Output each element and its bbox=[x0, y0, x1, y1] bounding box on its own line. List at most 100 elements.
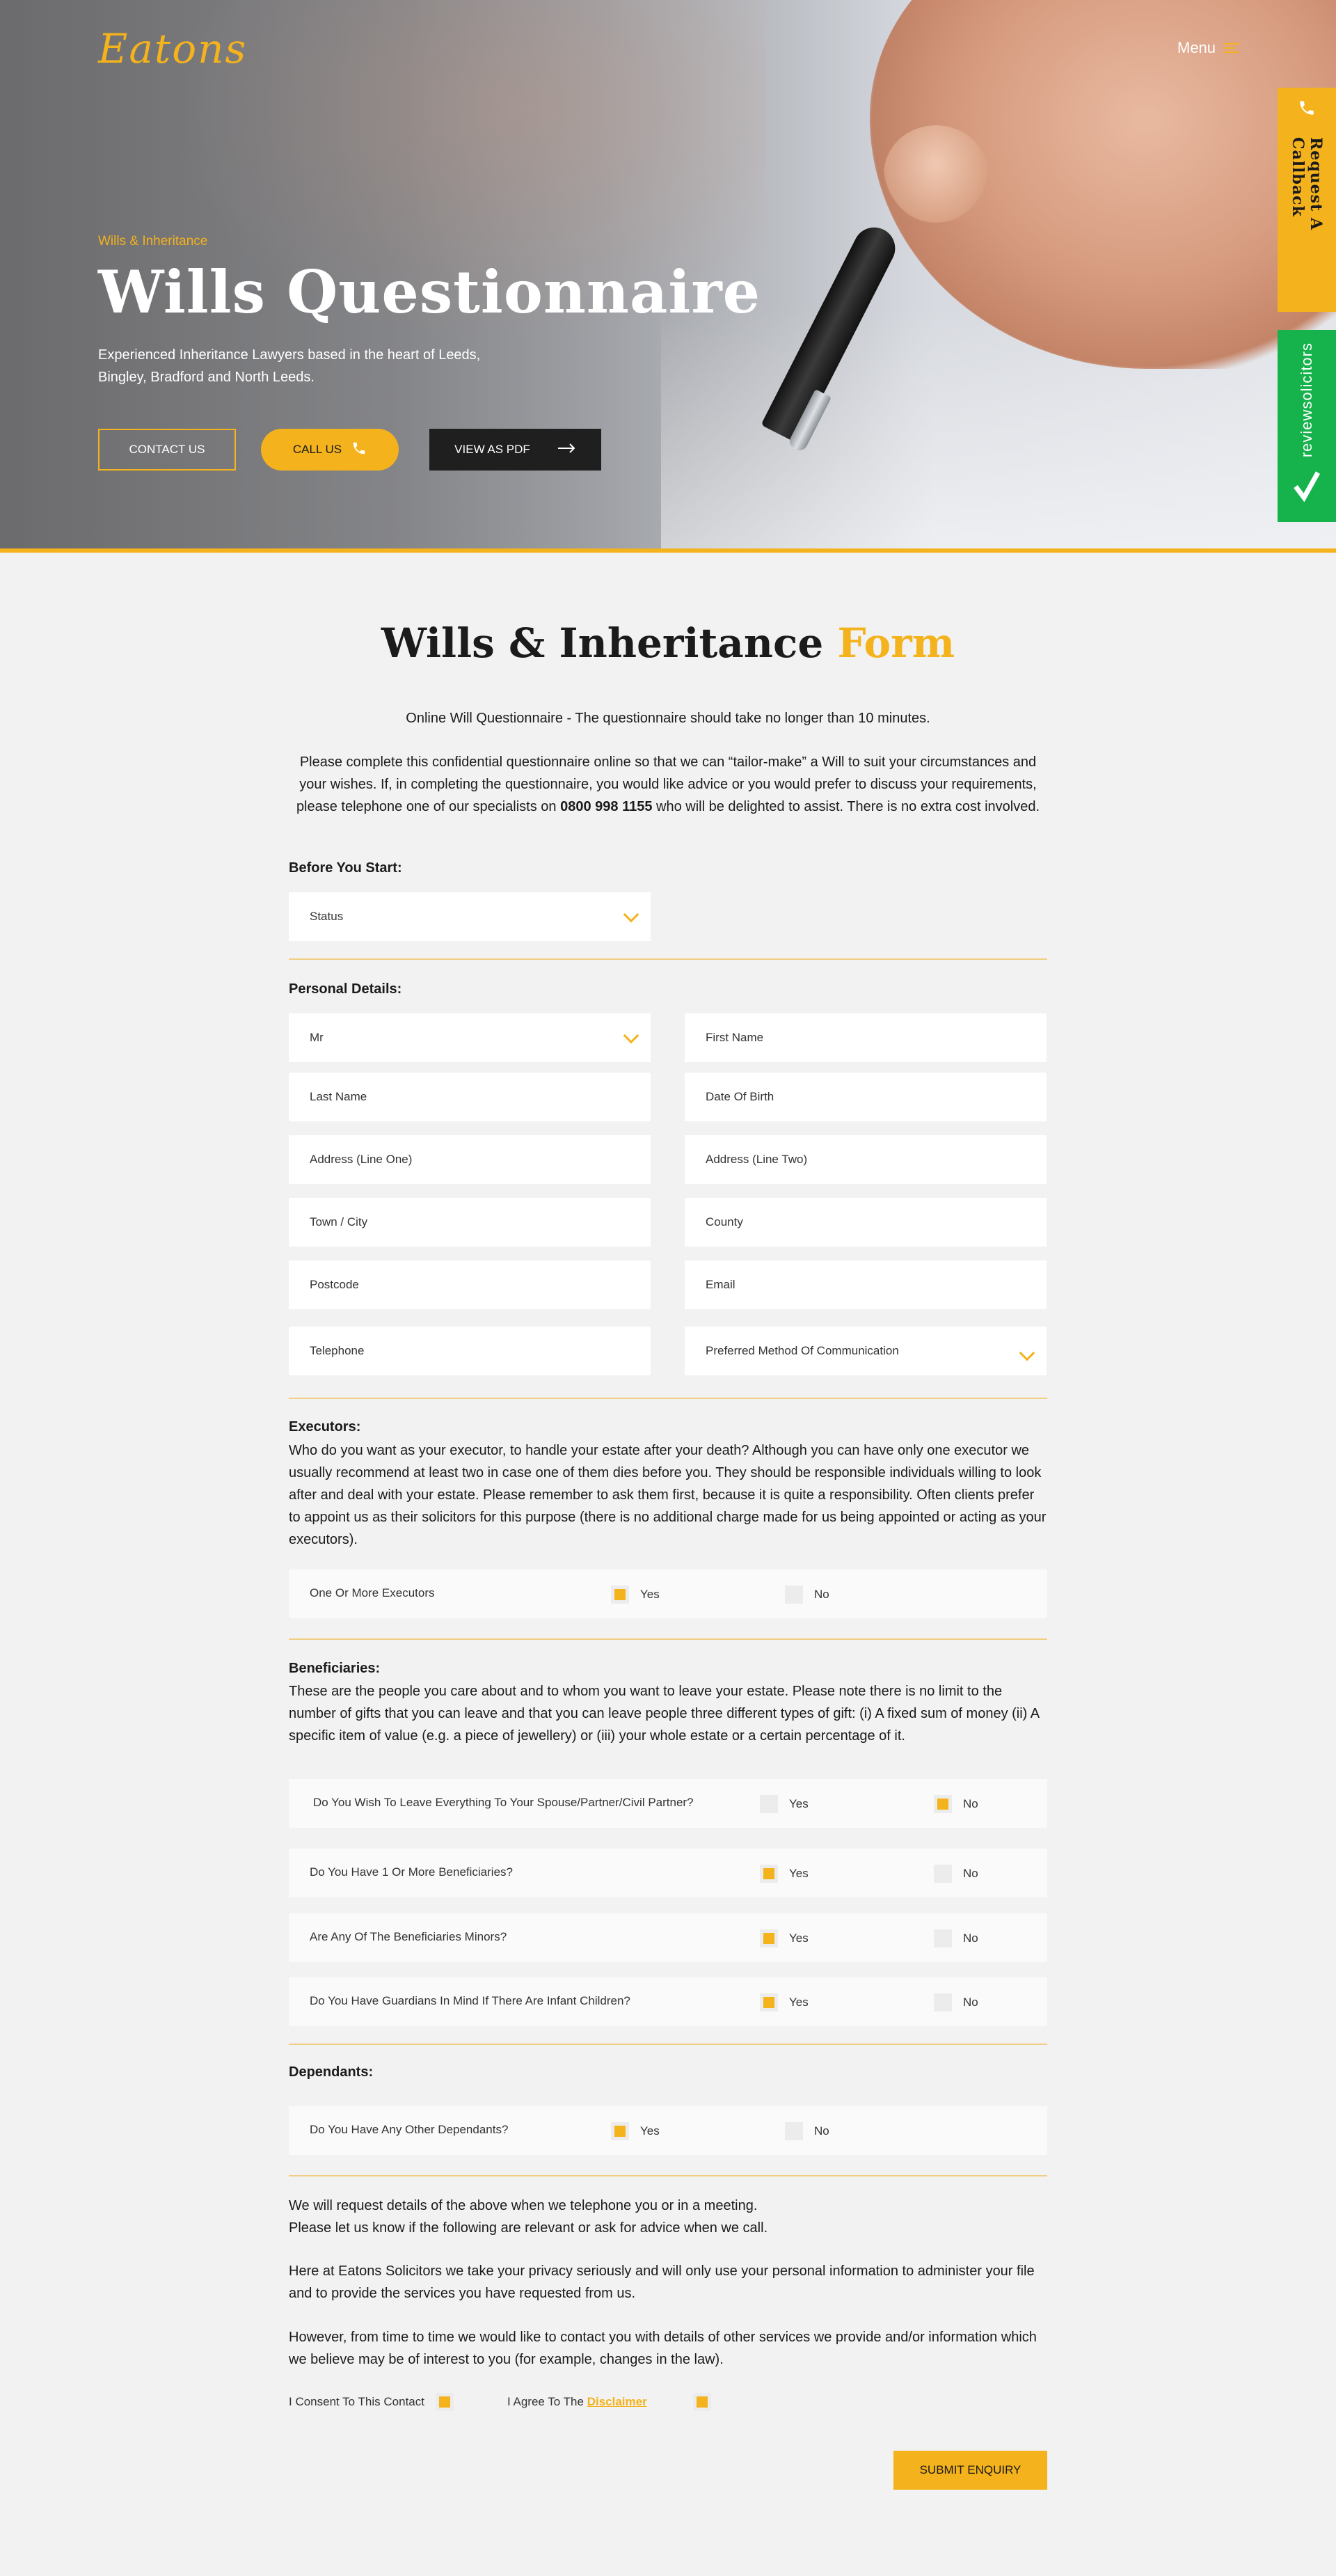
beneficiaries-yes-option[interactable]: Yes bbox=[760, 1865, 809, 1883]
beneficiaries-heading: Beneficiaries: bbox=[289, 1661, 381, 1676]
dependants-yes-option[interactable]: Yes bbox=[611, 2122, 660, 2140]
chevron-down-icon bbox=[623, 1027, 639, 1044]
postcode-placeholder: Postcode bbox=[310, 1278, 359, 1291]
executors-no-option[interactable]: No bbox=[785, 1586, 829, 1604]
dependants-question: Do You Have Any Other Dependants? bbox=[310, 2123, 509, 2136]
site-logo[interactable]: Eatons bbox=[98, 25, 247, 72]
view-pdf-button[interactable]: VIEW AS PDF bbox=[429, 429, 601, 471]
executors-yes-option[interactable]: Yes bbox=[611, 1586, 660, 1604]
disclaimer-checkbox[interactable] bbox=[692, 2393, 711, 2411]
guardians-yes-option[interactable]: Yes bbox=[760, 1993, 809, 2012]
consent-checkbox[interactable] bbox=[435, 2393, 454, 2411]
postcode-input[interactable]: Postcode bbox=[289, 1261, 651, 1309]
town-city-input[interactable]: Town / City bbox=[289, 1198, 651, 1247]
hero-subtitle: Experienced Inheritance Lawyers based in… bbox=[98, 347, 481, 385]
telephone-input[interactable]: Telephone bbox=[289, 1327, 651, 1375]
yes-checkbox[interactable] bbox=[760, 1865, 778, 1883]
yes-checkbox[interactable] bbox=[760, 1795, 778, 1813]
yes-label: Yes bbox=[789, 1931, 809, 1945]
checkmark-icon bbox=[1293, 470, 1321, 505]
no-checkbox[interactable] bbox=[934, 1993, 952, 2012]
first-name-placeholder: First Name bbox=[706, 1031, 764, 1044]
spouse-no-option[interactable]: No bbox=[934, 1795, 978, 1813]
call-us-button[interactable]: CALL US bbox=[261, 429, 399, 471]
telephone-placeholder: Telephone bbox=[310, 1344, 365, 1357]
contact-us-label: CONTACT US bbox=[129, 443, 205, 456]
yes-label: Yes bbox=[640, 2124, 660, 2138]
communication-method-placeholder: Preferred Method Of Communication bbox=[706, 1344, 899, 1357]
submit-enquiry-button[interactable]: SUBMIT ENQUIRY bbox=[893, 2451, 1047, 2490]
intro-phone[interactable]: 0800 998 1155 bbox=[560, 799, 652, 814]
section-divider bbox=[289, 2044, 1047, 2045]
request-callback-tab[interactable]: Request A Callback bbox=[1278, 88, 1336, 312]
beneficiaries-question: Do You Have 1 Or More Beneficiaries? bbox=[310, 1865, 513, 1879]
guardians-no-option[interactable]: No bbox=[934, 1993, 978, 2012]
no-checkbox[interactable] bbox=[934, 1865, 952, 1883]
spouse-yes-option[interactable]: Yes bbox=[760, 1795, 809, 1813]
county-input[interactable]: County bbox=[685, 1198, 1047, 1247]
yes-checkbox[interactable] bbox=[760, 1929, 778, 1947]
hero-accent-line bbox=[0, 548, 1336, 553]
address-line-two-input[interactable]: Address (Line Two) bbox=[685, 1135, 1047, 1184]
town-city-placeholder: Town / City bbox=[310, 1215, 368, 1228]
call-us-label: CALL US bbox=[292, 443, 342, 456]
status-placeholder: Status bbox=[310, 910, 344, 923]
no-checkbox[interactable] bbox=[785, 1586, 803, 1604]
hero-eyebrow: Wills & Inheritance bbox=[98, 234, 208, 248]
yes-label: Yes bbox=[640, 1588, 660, 1601]
minors-question: Are Any Of The Beneficiaries Minors? bbox=[310, 1930, 507, 1943]
address-line-two-placeholder: Address (Line Two) bbox=[706, 1153, 808, 1166]
chevron-down-icon bbox=[623, 906, 639, 923]
no-checkbox[interactable] bbox=[934, 1795, 952, 1813]
consent-label: I Consent To This Contact bbox=[289, 2395, 424, 2408]
hero-banner: Eatons Menu Wills & Inheritance Wills Qu… bbox=[0, 0, 1336, 550]
yes-checkbox[interactable] bbox=[611, 1586, 629, 1604]
hamburger-icon bbox=[1224, 42, 1240, 54]
title-value: Mr bbox=[310, 1031, 324, 1044]
date-of-birth-placeholder: Date Of Birth bbox=[706, 1090, 774, 1103]
county-placeholder: County bbox=[706, 1215, 743, 1228]
dependants-heading: Dependants: bbox=[289, 2064, 374, 2080]
email-placeholder: Email bbox=[706, 1278, 735, 1291]
contact-us-button[interactable]: CONTACT US bbox=[98, 429, 236, 471]
minors-question-row: Are Any Of The Beneficiaries Minors? Yes… bbox=[289, 1913, 1047, 1962]
view-pdf-label: VIEW AS PDF bbox=[454, 443, 530, 456]
guardians-question-row: Do You Have Guardians In Mind If There A… bbox=[289, 1977, 1047, 2026]
executors-text: Who do you want as your executor, to han… bbox=[289, 1443, 1047, 1547]
dependants-no-option[interactable]: No bbox=[785, 2122, 829, 2140]
yes-label: Yes bbox=[789, 1867, 809, 1880]
phone-icon bbox=[1298, 99, 1316, 120]
yes-checkbox[interactable] bbox=[760, 1993, 778, 2012]
title-select[interactable]: Mr bbox=[289, 1013, 651, 1062]
yes-checkbox[interactable] bbox=[611, 2122, 629, 2140]
first-name-input[interactable]: First Name bbox=[685, 1013, 1047, 1062]
beneficiaries-no-option[interactable]: No bbox=[934, 1865, 978, 1883]
menu-button[interactable]: Menu bbox=[1177, 39, 1240, 57]
email-input[interactable]: Email bbox=[685, 1261, 1047, 1309]
privacy-text: Here at Eatons Solicitors we take your p… bbox=[289, 2263, 1035, 2301]
beneficiaries-question-row: Do You Have 1 Or More Beneficiaries? Yes… bbox=[289, 1849, 1047, 1897]
last-name-input[interactable]: Last Name bbox=[289, 1073, 651, 1121]
last-name-placeholder: Last Name bbox=[310, 1090, 367, 1103]
section-divider bbox=[289, 2175, 1047, 2176]
before-you-start-heading: Before You Start: bbox=[289, 860, 402, 876]
address-line-one-input[interactable]: Address (Line One) bbox=[289, 1135, 651, 1184]
minors-no-option[interactable]: No bbox=[934, 1929, 978, 1947]
address-line-one-placeholder: Address (Line One) bbox=[310, 1153, 413, 1166]
no-label: No bbox=[963, 1996, 978, 2009]
minors-yes-option[interactable]: Yes bbox=[760, 1929, 809, 1947]
dependants-question-row: Do You Have Any Other Dependants? Yes No bbox=[289, 2106, 1047, 2155]
form-title-highlight: Form bbox=[837, 619, 955, 667]
communication-method-select[interactable]: Preferred Method Of Communication bbox=[685, 1327, 1047, 1375]
review-solicitors-tab[interactable]: reviewsolicitors bbox=[1278, 330, 1336, 522]
status-select[interactable]: Status bbox=[289, 892, 651, 941]
date-of-birth-input[interactable]: Date Of Birth bbox=[685, 1073, 1047, 1121]
no-checkbox[interactable] bbox=[785, 2122, 803, 2140]
submit-enquiry-label: SUBMIT ENQUIRY bbox=[919, 2463, 1021, 2476]
disclaimer-link[interactable]: Disclaimer bbox=[587, 2395, 647, 2408]
consent-option[interactable]: I Consent To This Contact bbox=[289, 2393, 454, 2411]
no-checkbox[interactable] bbox=[934, 1929, 952, 1947]
no-label: No bbox=[963, 1931, 978, 1945]
executors-heading: Executors: bbox=[289, 1419, 361, 1435]
disclaimer-option[interactable]: I Agree To The Disclaimer bbox=[507, 2393, 711, 2411]
